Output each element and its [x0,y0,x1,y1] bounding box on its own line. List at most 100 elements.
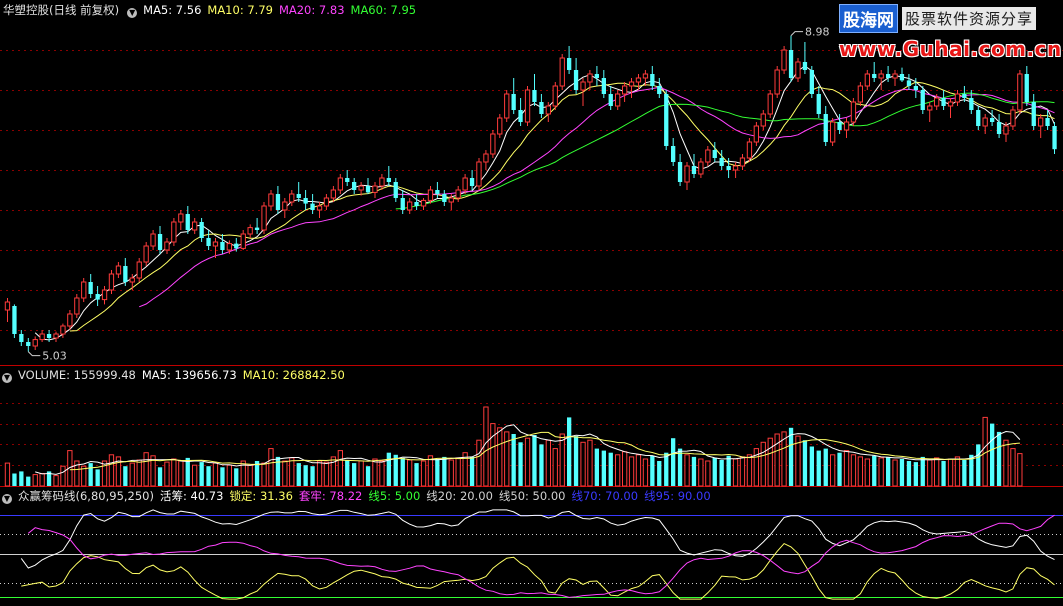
guhai-logo: 股海网 股票软件资源分享 www.Guhai.com.cn [839,4,1061,61]
candle [1003,125,1009,135]
moving-average-lines [34,65,1055,341]
candle [608,94,613,106]
candle [684,165,690,183]
candle [990,118,995,122]
volume-bar [372,458,378,487]
collapse-toggle-icon[interactable]: ▼ [127,8,138,18]
volume-bar [864,458,871,487]
volume-bar [823,448,828,486]
taolao-value: 套牢: 78.22 [298,489,363,503]
candle [275,194,281,210]
collapse-toggle-icon[interactable]: ▼ [2,494,12,504]
candle [150,233,156,247]
volume-bar [1010,448,1016,487]
candle [115,265,122,275]
candle [691,166,697,174]
volume-bar [400,457,405,486]
candle [323,197,330,207]
candle [39,333,45,341]
volume-bar [19,471,24,486]
volume-bar [559,433,565,487]
candle [1017,73,1023,111]
candle [954,93,961,103]
volume-bar [282,460,288,487]
volume-bar [206,466,211,486]
volume-bar [414,463,419,486]
volume-bar [12,473,17,486]
candle [635,77,642,83]
volume-bar [601,450,606,486]
ma10-line [69,81,1055,332]
candle [296,194,301,198]
candle [906,80,912,86]
candle [1038,117,1044,127]
candle [539,102,544,114]
volume-bar [490,423,496,487]
volume-bar [220,467,225,486]
volume-bar [345,460,350,486]
volume-bar [261,462,267,487]
volume-bar [719,460,724,486]
candle [580,81,586,91]
volume-bar [171,458,177,487]
candle [753,125,760,143]
volume-bar [39,473,45,487]
volume-bar [455,457,461,487]
candle [337,177,344,191]
volume-bar [830,454,836,487]
x20-value: 线20: 20.00 [426,489,493,503]
volume-bar [878,457,884,487]
candle [524,89,531,123]
volume-bar [518,442,523,486]
volume-ma10-value: MA10: 268842.50 [242,368,345,382]
volume-bar [920,456,925,486]
low-price-label: 5.03 [42,350,67,363]
volume-bar [650,455,655,486]
volume-bar [767,437,773,487]
volume-bar [628,456,635,487]
volume-bar [657,461,662,486]
volume-bar [303,465,308,486]
volume-bar [594,448,599,486]
collapse-toggle-icon[interactable]: ▼ [2,373,12,383]
volume-bar [705,460,711,487]
volume-bar [712,457,717,486]
volume-bar [95,469,100,486]
volume-bar [358,460,364,487]
volume-bar [532,435,537,486]
candle [185,214,190,230]
volume-bar [691,456,697,486]
volume-bar [123,466,128,486]
volume-bar [837,452,842,486]
volume-bar [427,455,434,487]
candle [310,203,315,210]
candle [199,222,204,238]
candle [53,333,59,339]
candle [615,93,621,107]
candle [108,273,115,291]
candle [490,133,496,155]
candle [857,85,864,103]
candle [74,297,80,315]
candle [455,189,461,199]
candle [698,161,704,175]
indicator-name: 众赢筹码线(6,80,95,250) [18,489,154,503]
candle [899,74,905,81]
volume-bar [185,457,190,486]
huochou-value: 活筹: 40.73 [159,489,224,503]
volume-bar [386,452,391,486]
candle [95,294,100,300]
volume-bar [857,456,864,487]
candle [545,105,552,115]
price-panel-header: 华塑控股(日线 前复权) ▼ MA5: 7.56 MA10: 7.79 MA20: 7.… [0,2,422,18]
volume-bar [684,454,690,487]
chart-canvas: 8.98 5.03 [0,26,1063,600]
candle [1045,118,1050,126]
candle [941,98,946,106]
volume-bar [677,448,683,486]
candle [220,242,225,250]
candle [511,94,516,110]
candle [171,221,177,243]
candle [947,101,954,107]
ma20-value: MA20: 7.83 [278,3,345,17]
